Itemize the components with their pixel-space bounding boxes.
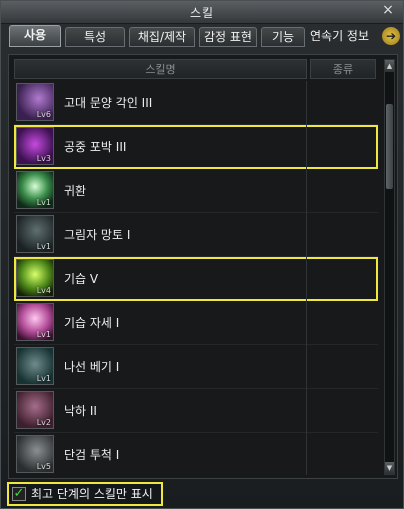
level-badge: Lv1: [36, 374, 51, 383]
column-divider: [306, 257, 307, 301]
scroll-thumb[interactable]: [386, 104, 393, 189]
tab-emotes[interactable]: 감정 표현: [199, 27, 257, 47]
green-return-icon: Lv1: [16, 171, 54, 209]
arrow-right-icon[interactable]: ➔: [382, 27, 400, 45]
checkbox-checked-icon[interactable]: ✓: [12, 487, 26, 501]
skill-name: 단검 투척 I: [64, 448, 120, 462]
level-badge: Lv1: [36, 242, 51, 251]
skill-row-selected[interactable]: Lv4 기습 V: [14, 257, 378, 301]
close-icon[interactable]: ×: [381, 3, 395, 17]
tab-gathering-crafting[interactable]: 채집/제작: [129, 27, 195, 47]
vertical-scrollbar[interactable]: ▲ ▼: [384, 59, 395, 475]
level-badge: Lv1: [36, 198, 51, 207]
falling-icon: Lv2: [16, 391, 54, 429]
skill-name: 낙하 II: [64, 404, 97, 418]
skill-name: 공중 포박 III: [64, 140, 127, 154]
skill-row[interactable]: Lv2 낙하 II: [14, 389, 378, 433]
tab-functions[interactable]: 기능: [261, 27, 305, 47]
purple-rune-icon: Lv6: [16, 83, 54, 121]
skill-name: 귀환: [64, 184, 87, 198]
scroll-down-icon[interactable]: ▼: [385, 462, 394, 474]
spiral-slash-icon: Lv1: [16, 347, 54, 385]
level-badge: Lv6: [36, 110, 51, 119]
skill-row[interactable]: Lv1 그림자 망토 I: [14, 213, 378, 257]
green-ambush-icon: Lv4: [16, 259, 54, 297]
skill-name: 그림자 망토 I: [64, 228, 131, 242]
checkbox-label: 최고 단계의 스킬만 표시: [31, 487, 153, 501]
tab-traits[interactable]: 특성: [65, 27, 125, 47]
skill-row-selected[interactable]: Lv3 공중 포박 III: [14, 125, 378, 169]
column-divider: [306, 169, 307, 213]
table-header: 스킬명 종류: [14, 59, 378, 79]
skill-row[interactable]: Lv6 고대 문양 각인 III: [14, 81, 378, 125]
tab-use[interactable]: 사용: [9, 25, 61, 47]
column-divider: [306, 301, 307, 345]
skill-rows: Lv6 고대 문양 각인 III Lv3 공중 포박 III Lv1 귀환 Lv…: [14, 81, 378, 475]
skill-row[interactable]: Lv1 귀환: [14, 169, 378, 213]
skill-window: 스킬 × 사용 특성 채집/제작 감정 표현 기능 연속기 정보 ➔ 스킬명 종…: [0, 0, 404, 509]
skill-list-panel: 스킬명 종류 Lv6 고대 문양 각인 III Lv3 공중 포박 III Lv…: [8, 54, 398, 479]
level-badge: Lv2: [36, 418, 51, 427]
skill-name: 고대 문양 각인 III: [64, 96, 153, 110]
skill-row[interactable]: Lv1 기습 자세 I: [14, 301, 378, 345]
column-divider: [306, 433, 307, 475]
title-bar[interactable]: 스킬 ×: [1, 1, 403, 24]
skill-name: 나선 베기 I: [64, 360, 120, 374]
column-divider: [306, 213, 307, 257]
level-badge: Lv1: [36, 330, 51, 339]
skill-name: 기습 자세 I: [64, 316, 120, 330]
level-badge: Lv4: [36, 286, 51, 295]
column-divider: [306, 125, 307, 169]
tab-bar: 사용 특성 채집/제작 감정 표현 기능 연속기 정보 ➔: [9, 25, 400, 47]
header-type[interactable]: 종류: [310, 59, 376, 79]
tab-combo-info[interactable]: 연속기 정보: [310, 27, 380, 47]
pink-stance-icon: Lv1: [16, 303, 54, 341]
show-highest-tier-toggle[interactable]: ✓ 최고 단계의 스킬만 표시: [7, 482, 163, 506]
skill-row[interactable]: Lv5 단검 투척 I: [14, 433, 378, 475]
skill-name: 기습 V: [64, 272, 99, 286]
column-divider: [306, 81, 307, 125]
column-divider: [306, 345, 307, 389]
level-badge: Lv3: [36, 154, 51, 163]
header-skill-name[interactable]: 스킬명: [14, 59, 307, 79]
scroll-up-icon[interactable]: ▲: [385, 60, 394, 72]
skill-row[interactable]: Lv1 나선 베기 I: [14, 345, 378, 389]
window-title: 스킬: [189, 6, 215, 20]
level-badge: Lv5: [36, 462, 51, 471]
dagger-throw-icon: Lv5: [16, 435, 54, 473]
column-divider: [306, 389, 307, 433]
shadow-cloak-icon: Lv1: [16, 215, 54, 253]
purple-grapple-icon: Lv3: [16, 127, 54, 165]
